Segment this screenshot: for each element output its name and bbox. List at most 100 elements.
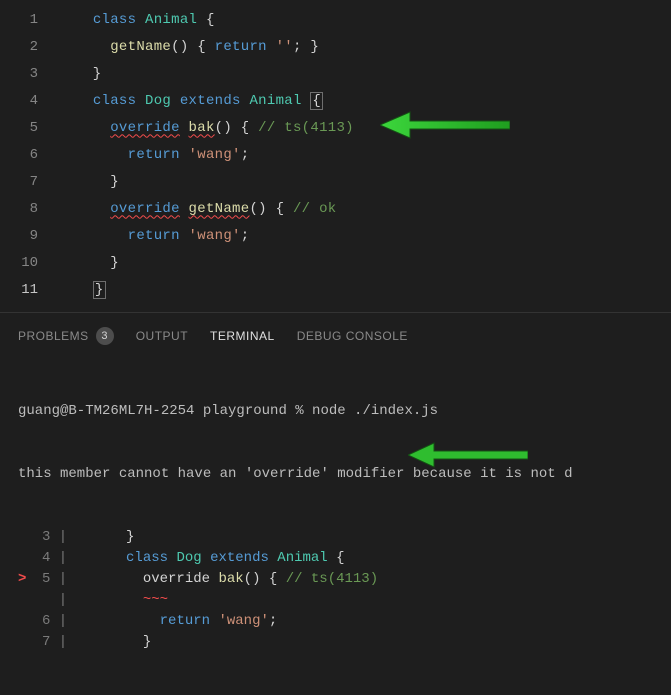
tab-terminal[interactable]: TERMINAL	[210, 329, 275, 343]
code-token	[58, 120, 110, 136]
code-token: () {	[215, 120, 259, 136]
code-token: class	[93, 93, 137, 109]
code-content: class Animal {	[58, 12, 215, 28]
code-token: getName	[110, 39, 171, 55]
terminal-line-number: 7	[26, 632, 50, 653]
terminal-code-line: 3 | }	[18, 527, 665, 548]
code-token: ;	[241, 228, 250, 244]
tab-label: OUTPUT	[136, 329, 188, 343]
code-token	[202, 550, 210, 566]
code-token	[58, 282, 93, 298]
panel-tabs: PROBLEMS 3 OUTPUT TERMINAL DEBUG CONSOLE	[0, 313, 671, 355]
terminal-code-line: 4 | class Dog extends Animal {	[18, 548, 665, 569]
code-token: Animal	[277, 550, 327, 566]
tab-output[interactable]: OUTPUT	[136, 329, 188, 343]
tab-label: DEBUG CONSOLE	[297, 329, 408, 343]
terminal-code: override bak() { // ts(4113)	[92, 571, 378, 587]
code-token: () {	[244, 571, 286, 587]
separator: |	[50, 550, 92, 566]
code-token: return	[128, 228, 180, 244]
code-content: return 'wang';	[58, 147, 249, 163]
code-token: }	[92, 529, 134, 545]
tab-label: TERMINAL	[210, 329, 275, 343]
tab-problems[interactable]: PROBLEMS 3	[18, 327, 114, 345]
code-content: override bak() { // ts(4113)	[58, 120, 354, 136]
code-token: Animal	[249, 93, 301, 109]
code-token: }	[58, 255, 119, 271]
code-token	[58, 93, 93, 109]
tab-label: PROBLEMS	[18, 329, 89, 343]
editor-line[interactable]: 3 }	[0, 60, 671, 87]
code-token: bak	[218, 571, 243, 587]
code-content: class Dog extends Animal {	[58, 93, 323, 109]
code-content: override getName() { // ok	[58, 201, 337, 217]
separator: |	[50, 613, 92, 629]
editor-line[interactable]: 11 }	[0, 276, 671, 303]
terminal-code-line: | ~~~	[18, 590, 665, 611]
terminal-line-number: 6	[26, 611, 50, 632]
terminal-line-number: 5	[26, 569, 50, 590]
code-token: // ts(4113)	[258, 120, 354, 136]
code-token: class	[126, 550, 168, 566]
code-token: 'wang'	[189, 228, 241, 244]
code-token: () {	[249, 201, 293, 217]
separator: |	[50, 571, 92, 587]
code-token: ;	[269, 613, 277, 629]
code-token	[180, 228, 189, 244]
line-number: 4	[0, 93, 58, 109]
code-token: }	[92, 634, 151, 650]
line-number: 7	[0, 174, 58, 190]
code-token	[171, 93, 180, 109]
code-token: // ok	[293, 201, 337, 217]
code-token: return	[160, 613, 210, 629]
code-token: return	[215, 39, 267, 55]
code-token	[210, 613, 218, 629]
code-token: }	[58, 66, 102, 82]
line-number: 9	[0, 228, 58, 244]
terminal-code: class Dog extends Animal {	[92, 550, 344, 566]
code-token: ; }	[293, 39, 319, 55]
line-number: 11	[0, 282, 58, 298]
code-content: getName() { return ''; }	[58, 39, 319, 55]
code-token	[58, 201, 110, 217]
terminal-code: return 'wang';	[92, 613, 277, 629]
editor-line[interactable]: 10 }	[0, 249, 671, 276]
code-token	[180, 120, 189, 136]
code-content: }	[58, 66, 102, 82]
code-token	[180, 147, 189, 163]
code-token	[180, 201, 189, 217]
code-content: }	[58, 282, 106, 298]
code-token	[58, 12, 93, 28]
terminal-output[interactable]: guang@B-TM26ML7H-2254 playground % node …	[0, 355, 671, 695]
problems-count-badge: 3	[96, 327, 114, 345]
editor-line[interactable]: 7 }	[0, 168, 671, 195]
editor-line[interactable]: 1 class Animal {	[0, 6, 671, 33]
code-editor[interactable]: 1 class Animal {2 getName() { return '';…	[0, 0, 671, 312]
editor-line[interactable]: 9 return 'wang';	[0, 222, 671, 249]
error-line-marker-icon: >	[18, 571, 26, 587]
code-token: 'wang'	[218, 613, 268, 629]
terminal-code-line: 6 | return 'wang';	[18, 611, 665, 632]
code-token: ;	[241, 147, 250, 163]
code-token: 'wang'	[189, 147, 241, 163]
separator: |	[50, 592, 92, 608]
tab-debug-console[interactable]: DEBUG CONSOLE	[297, 329, 408, 343]
code-content: return 'wang';	[58, 228, 249, 244]
separator: |	[50, 634, 92, 650]
terminal-line-number: 3	[26, 527, 50, 548]
editor-line[interactable]: 6 return 'wang';	[0, 141, 671, 168]
code-token: ''	[276, 39, 293, 55]
code-token: {	[328, 550, 345, 566]
code-token	[92, 613, 159, 629]
terminal-code-line: 7 | }	[18, 632, 665, 653]
terminal-line-number: 4	[26, 548, 50, 569]
code-token	[168, 550, 176, 566]
code-token: override	[92, 571, 218, 587]
editor-line[interactable]: 4 class Dog extends Animal {	[0, 87, 671, 114]
code-token: return	[128, 147, 180, 163]
code-token	[136, 93, 145, 109]
editor-line[interactable]: 5 override bak() { // ts(4113)	[0, 114, 671, 141]
editor-line[interactable]: 8 override getName() { // ok	[0, 195, 671, 222]
line-number: 5	[0, 120, 58, 136]
editor-line[interactable]: 2 getName() { return ''; }	[0, 33, 671, 60]
